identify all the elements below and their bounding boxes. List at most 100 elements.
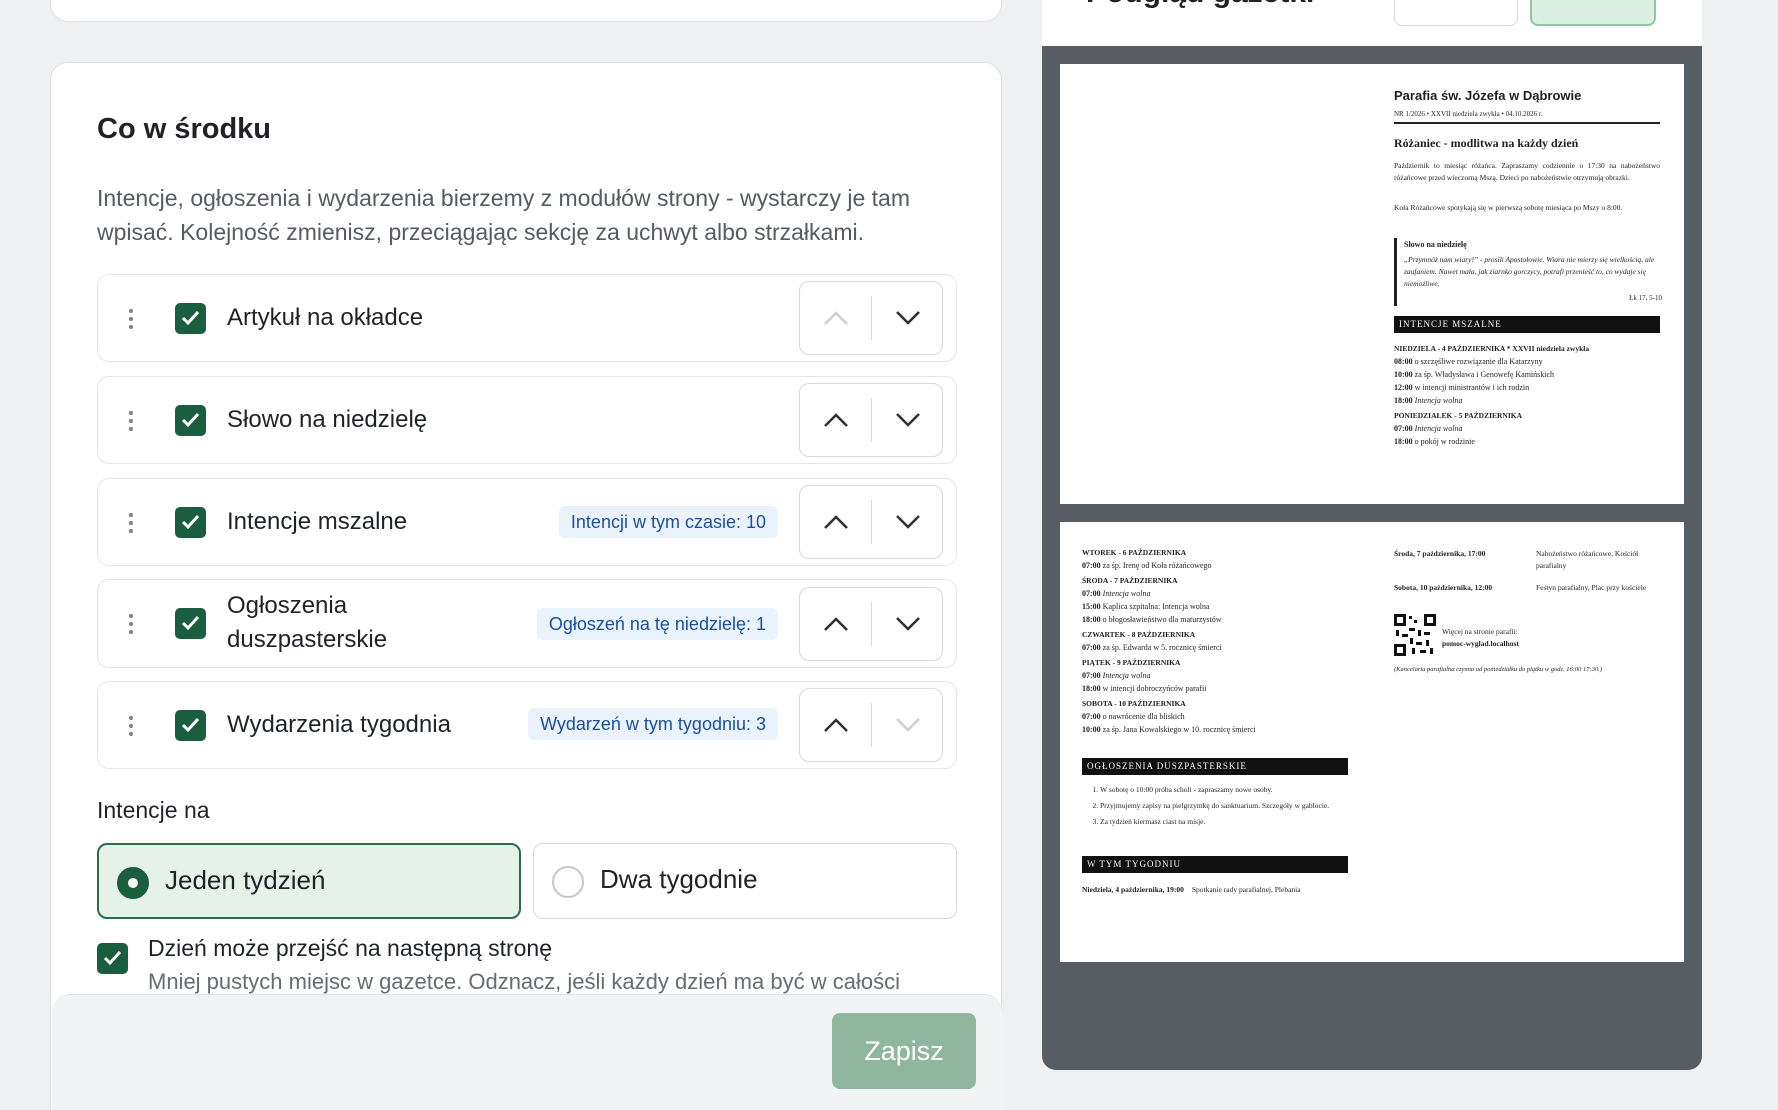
week-events-left: Niedziela, 4 października, 19:00 Spotkan… xyxy=(1082,884,1352,896)
section-row-week-events[interactable]: Wydarzenia tygodnia Wydarzeń w tym tygod… xyxy=(97,681,957,769)
drag-handle-icon[interactable] xyxy=(128,716,134,736)
day-heading: SOBOTA - 10 PAŹDZIERNIKA xyxy=(1082,699,1186,708)
move-down-button[interactable] xyxy=(872,282,943,354)
row-label: Wydarzenia tygodnia xyxy=(227,711,451,738)
intentions-list-page1: NIEDZIELA - 4 PAŹDZIERNIKA * XXVII niedz… xyxy=(1394,342,1674,448)
header-outline-button[interactable] xyxy=(1394,0,1518,26)
word-text: „Przymnóż nam wiary!” - prosili Apostoło… xyxy=(1404,255,1655,288)
section-description: Intencje, ogłoszenia i wydarzenia bierze… xyxy=(97,185,910,245)
day-heading: PONIEDZIAŁEK - 5 PAŹDZIERNIKA xyxy=(1394,411,1523,420)
move-down-button[interactable] xyxy=(872,689,943,761)
word-title: Słowo na niedzielę xyxy=(1404,240,1467,249)
drag-handle-icon[interactable] xyxy=(128,513,134,533)
move-up-button[interactable] xyxy=(800,588,871,660)
intention-entry: 10:00 za śp. Władysława i Genowefę Kamiń… xyxy=(1394,370,1555,379)
week-events-right: Środa, 7 października, 17:00 Nabożeństwo… xyxy=(1394,548,1664,594)
section-row-announcements[interactable]: Ogłoszenia duszpasterskie Ogłoszeń na tę… xyxy=(97,579,957,668)
radio-two-weeks[interactable]: Dwa tygodnie xyxy=(533,843,957,919)
radio-button[interactable] xyxy=(117,867,149,899)
save-button[interactable]: Zapisz xyxy=(832,1013,976,1089)
day-heading: NIEDZIELA - 4 PAŹDZIERNIKA * XXVII niedz… xyxy=(1394,344,1590,353)
chevron-up-icon xyxy=(823,617,848,631)
move-up-button[interactable] xyxy=(800,282,871,354)
event-when: Sobota, 10 października, 12:00 xyxy=(1394,583,1493,592)
day-heading: WTOREK - 6 PAŹDZIERNIKA xyxy=(1082,548,1187,557)
chevron-up-icon xyxy=(823,515,848,529)
intention-entry: 10:00 za śp. Jana Kowalskiego w 10. rocz… xyxy=(1082,725,1256,734)
drag-handle-icon[interactable] xyxy=(128,309,134,329)
announcements-list: W sobotę o 10:00 próba scholi - zaprasza… xyxy=(1100,784,1350,828)
newsletter-page-2: WTOREK - 6 PAŹDZIERNIKA 07:00 za śp. Ire… xyxy=(1060,522,1684,962)
radio-one-week[interactable]: Jeden tydzień xyxy=(97,843,521,919)
preview-title: Podgląd gazetki xyxy=(1086,0,1314,10)
chevron-down-icon xyxy=(895,617,920,631)
newsletter-page-1: Parafia św. Józefa w Dąbrowie NR 1/2026 … xyxy=(1060,64,1684,504)
row-label: Intencje mszalne xyxy=(227,508,408,535)
day-split-description: Mniej pustych miejsc w gazetce. Odznacz,… xyxy=(148,969,900,994)
event-when: Niedziela, 4 października, 19:00 xyxy=(1082,885,1184,894)
announcement-item: Za tydzień kiermasz ciast na misje. xyxy=(1100,816,1350,828)
reorder-buttons xyxy=(799,383,943,457)
header-green-button[interactable] xyxy=(1530,0,1656,26)
announcement-item: Przyjmujemy zapisy na pielgrzymkę do san… xyxy=(1100,800,1350,812)
section-row-cover-article[interactable]: Artykuł na okładce xyxy=(97,274,957,362)
office-note: (Kancelaria parafialna czynna od poniedz… xyxy=(1394,666,1602,673)
intention-entry: 08:00 o szczęśliwe rozwiązanie dla Katar… xyxy=(1394,357,1543,366)
intention-entry: 15:00 Kaplica szpitalna: Intencja wolna xyxy=(1082,602,1210,611)
quote-bar xyxy=(1394,238,1397,306)
reorder-buttons xyxy=(799,688,943,762)
intention-entry: 07:00 za śp. Edwarda w 5. rocznicę śmier… xyxy=(1082,643,1222,652)
radio-label: Dwa tygodnie xyxy=(600,864,758,894)
move-down-button[interactable] xyxy=(872,486,943,558)
radio-label: Jeden tydzień xyxy=(165,865,326,895)
issue-line: NR 1/2026 • XXVII niedziela zwykła • 04.… xyxy=(1394,110,1543,118)
event-what: Nabożeństwo różańcowe, Kościół parafialn… xyxy=(1536,549,1639,570)
checkbox-cover-article[interactable] xyxy=(175,303,206,334)
section-row-sunday-word[interactable]: Słowo na niedzielę xyxy=(97,376,957,464)
section-row-mass-intentions[interactable]: Intencje mszalne Intencji w tym czasie: … xyxy=(97,478,957,566)
move-down-button[interactable] xyxy=(872,588,943,660)
chevron-down-icon xyxy=(895,311,920,325)
intentions-header-bar: INTENCJE MSZALNE xyxy=(1394,316,1660,333)
chevron-down-icon xyxy=(895,515,920,529)
header-rule xyxy=(1394,122,1660,124)
intention-entry: 07:00 Intencja wolna xyxy=(1082,589,1151,598)
week-header-bar: W TYM TYGODNIU xyxy=(1082,856,1348,873)
intention-entry: 18:00 w intencji dobroczyńców parafii xyxy=(1082,684,1207,693)
move-up-button[interactable] xyxy=(800,689,871,761)
chevron-up-icon xyxy=(823,413,848,427)
move-up-button[interactable] xyxy=(800,486,871,558)
checkbox-announcements[interactable] xyxy=(175,608,206,639)
drag-handle-icon[interactable] xyxy=(128,614,134,634)
chevron-down-icon xyxy=(895,718,920,732)
checkbox-day-split[interactable] xyxy=(97,943,128,974)
qr-link: pomoc-wyglad.localhost xyxy=(1442,639,1519,648)
checkbox-mass-intentions[interactable] xyxy=(175,507,206,538)
reorder-buttons xyxy=(799,281,943,355)
checkbox-sunday-word[interactable] xyxy=(175,405,206,436)
announcements-header-bar: OGŁOSZENIA DUSZPASTERSKIE xyxy=(1082,758,1348,775)
announcement-item: W sobotę o 10:00 próba scholi - zaprasza… xyxy=(1100,784,1350,796)
move-down-button[interactable] xyxy=(872,384,943,456)
day-heading: ŚRODA - 7 PAŹDZIERNIKA xyxy=(1082,576,1178,585)
count-badge: Intencji w tym czasie: 10 xyxy=(558,506,778,538)
radio-button[interactable] xyxy=(552,866,584,898)
row-label: Ogłoszenia duszpasterskie xyxy=(227,592,388,653)
intention-entry: 07:00 za śp. Irenę od Koła różańcowego xyxy=(1082,561,1212,570)
drag-handle-icon[interactable] xyxy=(128,411,134,431)
day-heading: PIĄTEK - 9 PAŹDZIERNIKA xyxy=(1082,658,1181,667)
chevron-up-icon xyxy=(823,311,848,325)
intentions-list-page2: WTOREK - 6 PAŹDZIERNIKA 07:00 za śp. Ire… xyxy=(1082,546,1352,736)
qr-caption: Więcej na stronie parafii: pomoc-wyglad.… xyxy=(1442,626,1519,650)
preview-header: Podgląd gazetki xyxy=(1042,0,1702,46)
day-heading: CZWARTEK - 8 PAŹDZIERNIKA xyxy=(1082,630,1196,639)
intention-entry: 07:00 Intencja wolna xyxy=(1394,424,1463,433)
checkbox-week-events[interactable] xyxy=(175,710,206,741)
word-reference: Łk 17, 5-10 xyxy=(1629,294,1662,302)
event-when: Środa, 7 października, 17:00 xyxy=(1394,549,1486,558)
event-what: Spotkanie rady parafialnej, Plebania xyxy=(1191,885,1301,894)
move-up-button[interactable] xyxy=(800,384,871,456)
reorder-buttons xyxy=(799,587,943,661)
intention-entry: 18:00 o pokój w rodzinie xyxy=(1394,437,1475,446)
chevron-up-icon xyxy=(823,718,848,732)
